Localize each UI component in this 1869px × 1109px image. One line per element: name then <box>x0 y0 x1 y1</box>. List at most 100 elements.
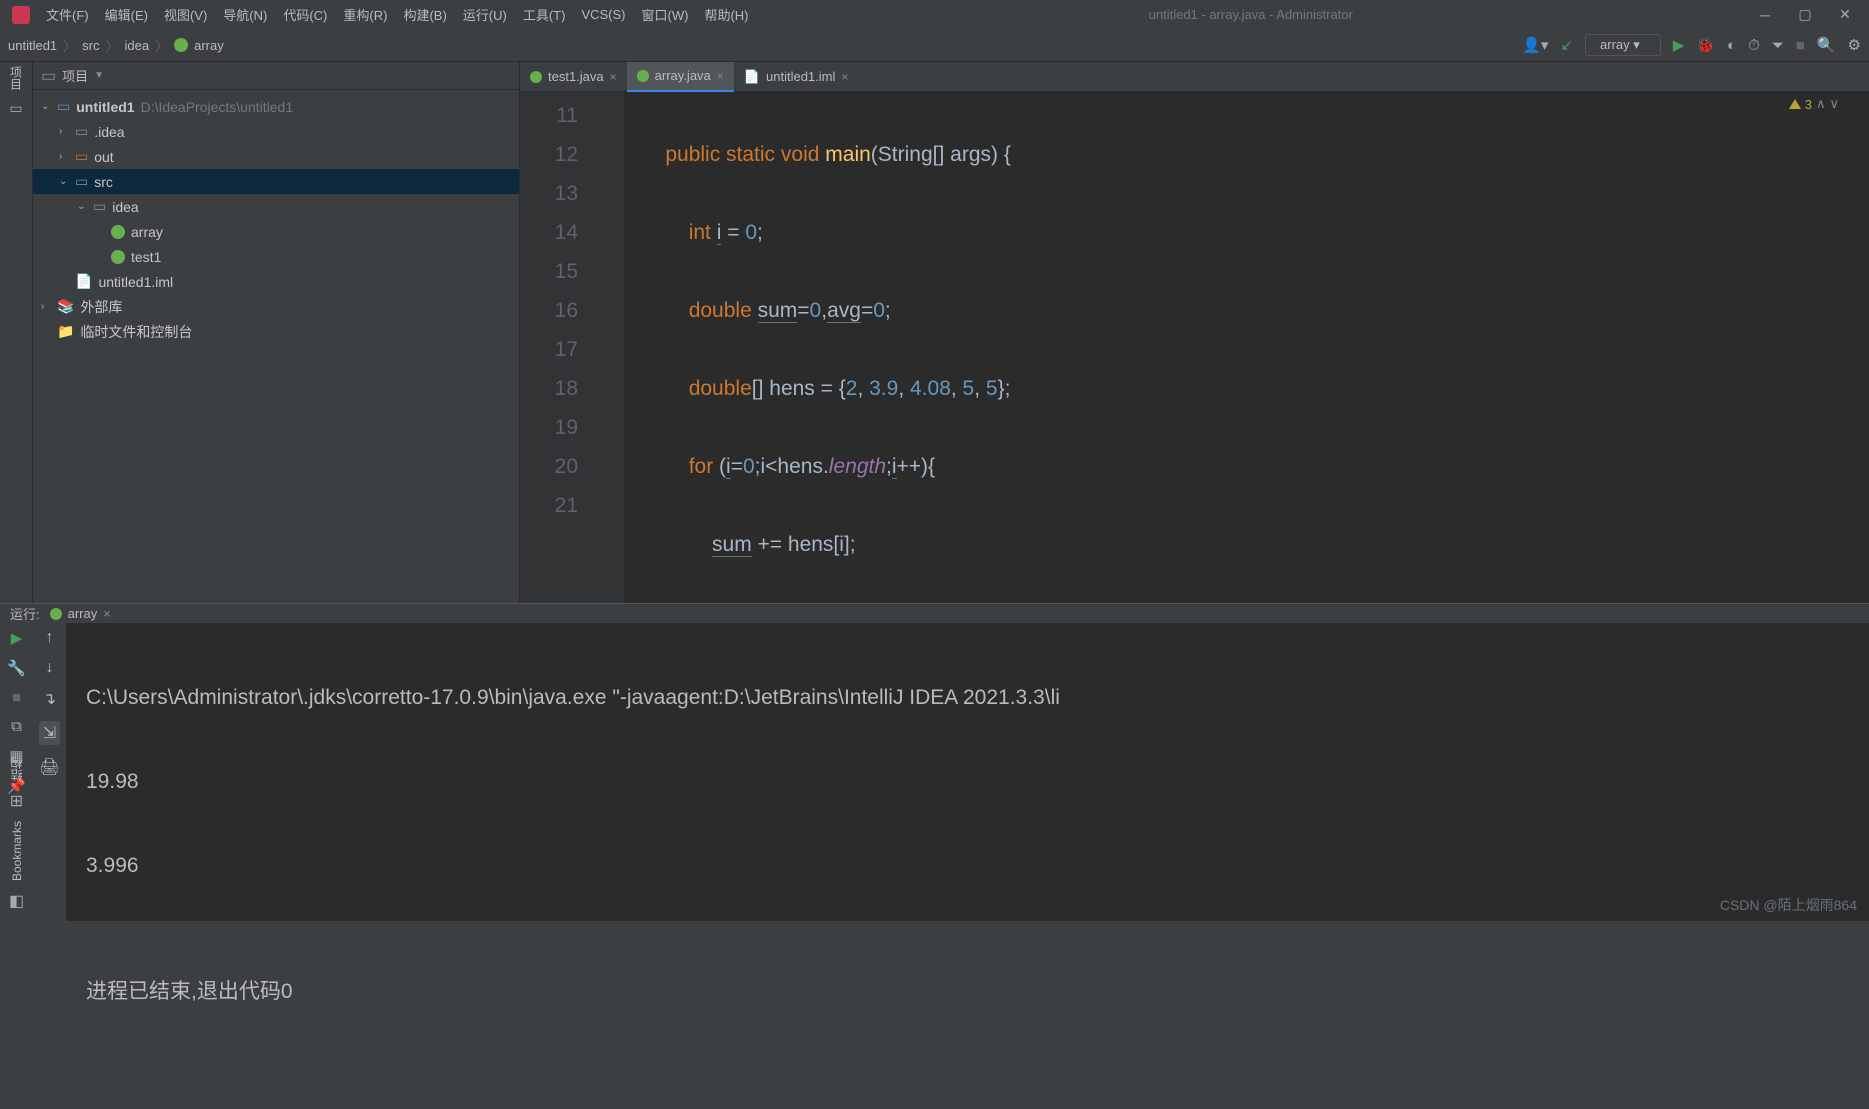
warning-icon <box>1789 99 1801 109</box>
editor-area: test1.java× array.java× 📄untitled1.iml× … <box>520 62 1869 603</box>
code-content[interactable]: public static void main(String[] args) {… <box>624 92 1869 603</box>
menu-edit[interactable]: 编辑(E) <box>97 5 156 24</box>
java-icon <box>50 608 62 620</box>
tree-src-folder[interactable]: ⌄▭src <box>33 169 519 194</box>
run-tool-window: 运行: array× ▶ 🔧 ■ ⧉ ▦ 📌 ↑ ↓ ↴ ⇲ 🖨 C:\User… <box>0 603 1869 921</box>
project-panel-header: ▭ 项目 ▼ <box>33 62 519 90</box>
print-icon[interactable]: 🖨 <box>39 757 59 777</box>
search-button[interactable]: 🔍 <box>1817 36 1836 54</box>
left-tool-stripe-bottom: 结构 ⊞ Bookmarks ◧ <box>0 757 33 921</box>
title-bar: 文件(F) 编辑(E) 视图(V) 导航(N) 代码(C) 重构(R) 构建(B… <box>0 0 1869 29</box>
project-tool-button[interactable]: 项目 <box>8 66 25 90</box>
project-tree[interactable]: ⌄▭untitled1D:\IdeaProjects\untitled1 ›▭.… <box>33 90 519 348</box>
folder-icon: ▭ <box>9 100 22 117</box>
crumb-project[interactable]: untitled1 <box>8 38 57 53</box>
run-config-selector[interactable]: array ▾ <box>1585 34 1661 56</box>
scroll-end-icon[interactable]: ⇲ <box>39 721 60 745</box>
maximize-button[interactable]: ▢ <box>1785 6 1825 23</box>
tree-iml-file[interactable]: 📄untitled1.iml <box>33 269 519 294</box>
menu-help[interactable]: 帮助(H) <box>696 5 756 24</box>
menu-run[interactable]: 运行(U) <box>455 5 515 24</box>
tab-array[interactable]: array.java× <box>627 62 734 92</box>
folder-icon: ▭ <box>41 66 56 86</box>
menu-view[interactable]: 视图(V) <box>156 5 215 24</box>
warning-count: 3 <box>1805 97 1812 112</box>
close-icon[interactable]: × <box>103 606 111 621</box>
crumb-file[interactable]: array <box>194 38 224 53</box>
console-output[interactable]: C:\Users\Administrator\.jdks\corretto-17… <box>66 623 1869 1109</box>
tree-root[interactable]: ⌄▭untitled1D:\IdeaProjects\untitled1 <box>33 94 519 119</box>
settings-button[interactable]: ⚙ <box>1848 36 1861 54</box>
java-icon <box>111 250 125 264</box>
bookmarks-tool-button[interactable]: Bookmarks <box>10 821 24 881</box>
gutter-line-numbers: 111213 141516 171819 2021 <box>520 92 592 603</box>
tree-idea-package[interactable]: ⌄▭idea <box>33 194 519 219</box>
crumb-package[interactable]: idea <box>125 38 150 53</box>
tree-test1-file[interactable]: test1 <box>33 244 519 269</box>
tree-scratches[interactable]: 📁临时文件和控制台 <box>33 319 519 344</box>
tab-iml[interactable]: 📄untitled1.iml× <box>734 62 859 92</box>
run-header: 运行: array× <box>0 604 1869 623</box>
bookmark-icon: ◧ <box>9 891 24 911</box>
console-command: C:\Users\Administrator\.jdks\corretto-17… <box>86 677 1849 719</box>
breadcrumb: untitled1〉 src〉 idea〉 array <box>8 36 224 55</box>
watermark: CSDN @陌上烟雨864 <box>1720 895 1857 915</box>
run-config-label: array <box>1600 37 1630 52</box>
debug-button[interactable]: 🐞 <box>1696 36 1715 54</box>
rerun-button[interactable]: ▶ <box>11 629 23 647</box>
down-icon[interactable]: ↓ <box>46 659 54 677</box>
structure-tool-button[interactable]: 结构 <box>8 757 25 781</box>
close-button[interactable]: ✕ <box>1825 6 1865 23</box>
console-line: 19.98 <box>86 761 1849 803</box>
run-toolbar-secondary: ↑ ↓ ↴ ⇲ 🖨 <box>33 623 66 1109</box>
stop-button[interactable]: ■ <box>1796 37 1805 54</box>
file-icon: 📄 <box>744 69 760 85</box>
editor-tabs: test1.java× array.java× 📄untitled1.iml× <box>520 62 1869 92</box>
tab-test1[interactable]: test1.java× <box>520 62 627 92</box>
menu-code[interactable]: 代码(C) <box>275 5 335 24</box>
java-icon <box>530 71 542 83</box>
menu-window[interactable]: 窗口(W) <box>634 5 697 24</box>
run-button[interactable]: ▶ <box>1673 36 1685 54</box>
crumb-src[interactable]: src <box>82 38 99 53</box>
tree-array-file[interactable]: array <box>33 219 519 244</box>
close-icon[interactable]: × <box>610 70 617 84</box>
menu-file[interactable]: 文件(F) <box>38 5 97 24</box>
inspection-widget[interactable]: 3 ∧ ∨ <box>1789 96 1839 112</box>
coverage-button[interactable]: ◐ <box>1727 37 1736 54</box>
close-icon[interactable]: × <box>717 69 724 83</box>
stop-button[interactable]: ■ <box>12 689 21 706</box>
project-tool-window: ▭ 项目 ▼ ⌄▭untitled1D:\IdeaProjects\untitl… <box>33 62 520 603</box>
attach-button[interactable]: ⏷ <box>1772 37 1784 54</box>
left-tool-stripe: 项目 ▭ <box>0 62 33 603</box>
menu-build[interactable]: 构建(B) <box>395 5 454 24</box>
wrench-icon[interactable]: 🔧 <box>7 659 26 677</box>
app-logo <box>12 6 30 24</box>
java-icon <box>174 38 188 52</box>
close-icon[interactable]: × <box>841 70 848 84</box>
update-icon[interactable]: ↙ <box>1560 36 1573 54</box>
run-tab[interactable]: array× <box>50 606 111 621</box>
code-editor[interactable]: 111213 141516 171819 2021 public static … <box>520 92 1869 603</box>
menu-navigate[interactable]: 导航(N) <box>215 5 275 24</box>
add-user-icon[interactable]: 👤▾ <box>1522 36 1548 54</box>
tree-out-folder[interactable]: ›▭out <box>33 144 519 169</box>
tree-external-libs[interactable]: ›📚外部库 <box>33 294 519 319</box>
minimize-button[interactable]: ─ <box>1745 7 1785 23</box>
dump-threads-icon[interactable]: ⧉ <box>11 718 22 735</box>
menu-vcs[interactable]: VCS(S) <box>573 7 633 22</box>
chevron-down-icon[interactable]: ∨ <box>1829 96 1839 112</box>
view-mode-dropdown[interactable]: ▼ <box>94 70 104 81</box>
gutter-icons <box>592 92 624 603</box>
menu-refactor[interactable]: 重构(R) <box>335 5 395 24</box>
java-icon <box>111 225 125 239</box>
java-icon <box>637 70 649 82</box>
up-icon[interactable]: ↑ <box>46 629 54 647</box>
console-exit-message: 进程已结束,退出代码0 <box>86 971 1849 1013</box>
project-panel-title: 项目 <box>62 66 88 85</box>
soft-wrap-icon[interactable]: ↴ <box>43 689 56 709</box>
chevron-up-icon[interactable]: ∧ <box>1816 96 1826 112</box>
profile-button[interactable]: ⏱ <box>1748 37 1760 54</box>
menu-tools[interactable]: 工具(T) <box>515 5 574 24</box>
tree-idea-folder[interactable]: ›▭.idea <box>33 119 519 144</box>
